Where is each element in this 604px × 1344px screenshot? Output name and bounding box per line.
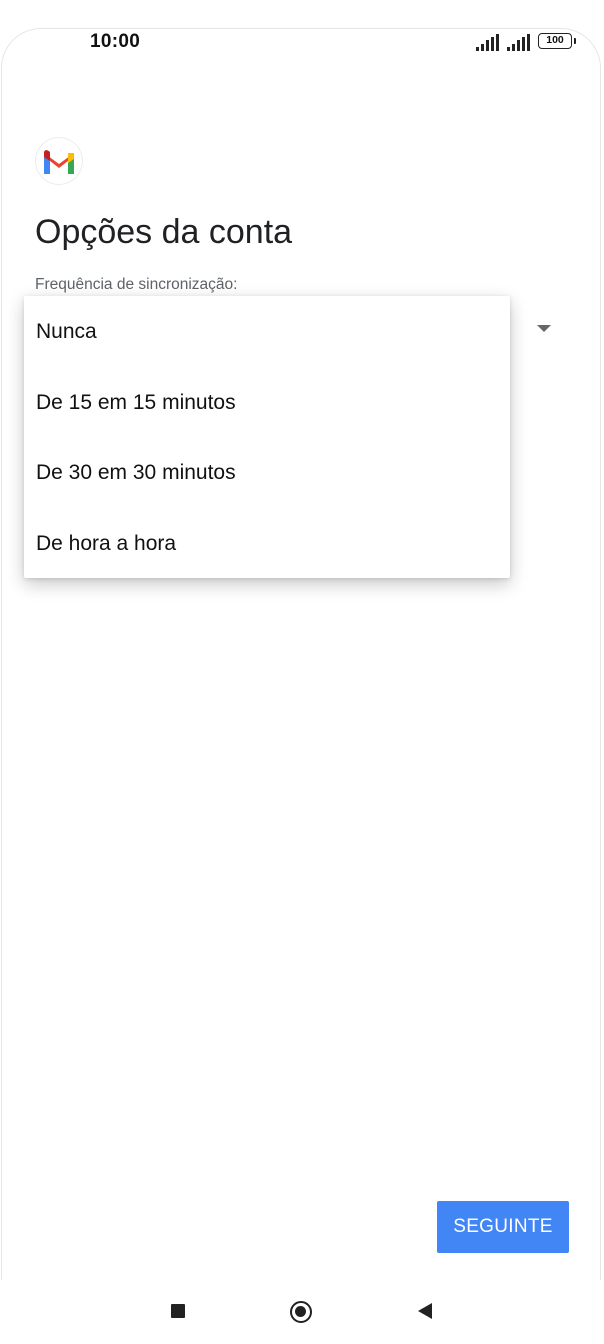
battery-icon: 100 <box>538 33 576 49</box>
sync-frequency-label: Frequência de sincronização: <box>35 276 238 293</box>
menu-item-every-15-minutes[interactable]: De 15 em 15 minutos <box>24 368 510 438</box>
menu-item-never[interactable]: Nunca <box>24 297 510 367</box>
back-icon[interactable] <box>418 1303 432 1319</box>
cell-signal-icon <box>476 34 499 51</box>
dropdown-arrow-icon[interactable] <box>537 325 551 332</box>
navigation-bar <box>0 1280 604 1344</box>
home-icon[interactable] <box>290 1301 312 1323</box>
status-bar: 10:00 100 <box>0 0 604 84</box>
menu-item-hourly[interactable]: De hora a hora <box>24 509 510 579</box>
status-time: 10:00 <box>90 31 141 52</box>
page-title: Opções da conta <box>35 213 293 251</box>
cell-signal-icon <box>507 34 530 51</box>
battery-level: 100 <box>546 34 564 46</box>
screen: 10:00 100 Opções da conta Frequência de … <box>0 0 604 1344</box>
menu-item-every-30-minutes[interactable]: De 30 em 30 minutos <box>24 438 510 508</box>
recent-apps-icon[interactable] <box>171 1304 185 1318</box>
next-button[interactable]: SEGUINTE <box>437 1201 569 1253</box>
sync-frequency-menu: Nunca De 15 em 15 minutos De 30 em 30 mi… <box>24 296 510 578</box>
gmail-logo-icon <box>36 138 82 184</box>
